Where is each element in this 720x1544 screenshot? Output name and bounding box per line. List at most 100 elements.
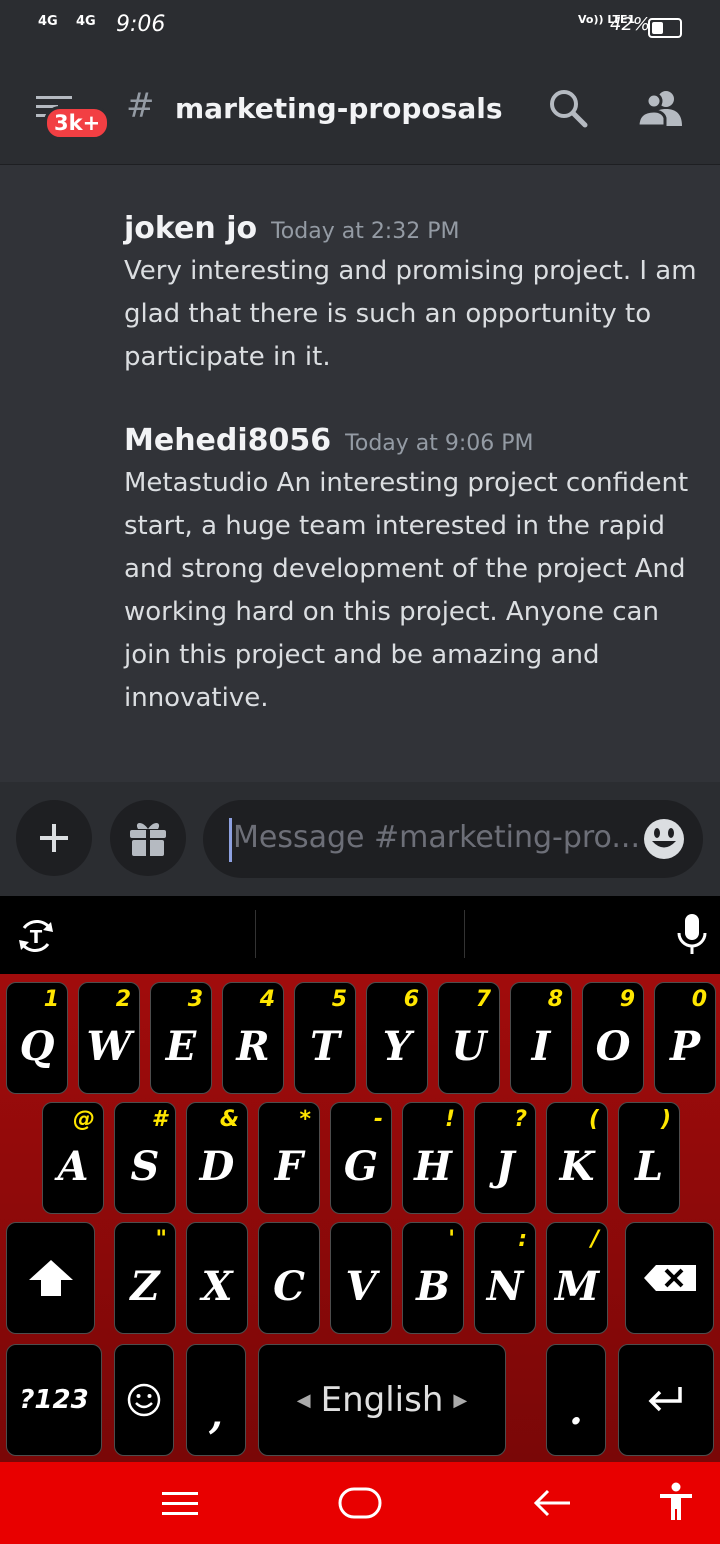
message-author[interactable]: Mehedi8056 — [124, 423, 331, 458]
key-t[interactable]: T5 — [294, 982, 356, 1094]
key-label: Y — [382, 1022, 412, 1070]
key-u[interactable]: U7 — [438, 982, 500, 1094]
key-label: S — [130, 1142, 160, 1190]
add-attachment-button[interactable] — [16, 800, 92, 876]
space-key[interactable]: ◀ English ▶ — [258, 1344, 506, 1456]
symbols-key[interactable]: ?123 — [6, 1344, 102, 1456]
key-label: B — [416, 1262, 450, 1310]
accessibility-icon[interactable] — [658, 1482, 694, 1522]
key-label: N — [486, 1262, 524, 1310]
battery-icon — [648, 18, 682, 38]
key-hint: ! — [444, 1107, 455, 1132]
key-v[interactable]: V — [330, 1222, 392, 1334]
key-m[interactable]: M / — [546, 1222, 608, 1334]
key-label: E — [165, 1022, 197, 1070]
battery-percent: 42% — [610, 14, 651, 35]
key-q[interactable]: Q1 — [6, 982, 68, 1094]
key-hint: 2 — [115, 987, 131, 1012]
key-g[interactable]: G- — [330, 1102, 392, 1214]
key-k[interactable]: K( — [546, 1102, 608, 1214]
key-hint: 0 — [691, 987, 707, 1012]
enter-icon — [648, 1387, 682, 1412]
shift-arrow-icon — [28, 1260, 73, 1296]
key-label: G — [343, 1142, 379, 1190]
key-hint: 8 — [547, 987, 563, 1012]
key-label: F — [274, 1142, 304, 1190]
message-timestamp: Today at 2:32 PM — [271, 219, 460, 244]
back-icon[interactable] — [532, 1486, 572, 1520]
unread-badge: 3k+ — [44, 106, 111, 140]
signal-indicator-2: 4G — [76, 14, 96, 29]
key-i[interactable]: I8 — [510, 982, 572, 1094]
key-hint: 3 — [187, 987, 203, 1012]
key-label: W — [86, 1022, 132, 1070]
menu-icon[interactable] — [160, 1488, 200, 1518]
clock: 9:06 — [116, 12, 166, 37]
emoji-icon[interactable] — [643, 818, 685, 860]
key-label: J — [495, 1142, 515, 1190]
message-composer: Message #marketing-pro... — [0, 782, 720, 896]
key-c[interactable]: C — [258, 1222, 320, 1334]
message-text: Very interesting and promising project. … — [124, 256, 697, 372]
message-item[interactable]: Mehedi8056 Today at 9:06 PM Metastudio An… — [124, 423, 700, 720]
key-hint: * — [299, 1107, 311, 1132]
keyboard: Q1W2E3R4T5Y6U7I8O9P0 A @ S # D & F * G - H! J? K(L) … — [0, 974, 720, 1462]
key-y[interactable]: Y6 — [366, 982, 428, 1094]
key-s[interactable]: S # — [114, 1102, 176, 1214]
channel-name[interactable]: marketing-proposals — [175, 92, 503, 125]
plus-icon — [40, 824, 68, 852]
emoji-key[interactable] — [114, 1344, 174, 1456]
key-hint: ? — [514, 1107, 527, 1132]
language-left-icon: ◀ — [296, 1389, 311, 1411]
key-d[interactable]: D & — [186, 1102, 248, 1214]
key-hint: ) — [660, 1107, 671, 1132]
key-hint: : — [518, 1227, 527, 1252]
toolbar-divider — [255, 910, 256, 958]
key-e[interactable]: E3 — [150, 982, 212, 1094]
key-x[interactable]: X — [186, 1222, 248, 1334]
home-icon[interactable] — [338, 1486, 382, 1520]
message-input[interactable]: Message #marketing-pro... — [203, 800, 703, 878]
key-label: T — [310, 1022, 340, 1070]
translate-icon[interactable]: T — [16, 916, 56, 956]
key-a[interactable]: A @ — [42, 1102, 104, 1214]
key-l[interactable]: L) — [618, 1102, 680, 1214]
enter-key[interactable] — [618, 1344, 714, 1456]
key-j[interactable]: J? — [474, 1102, 536, 1214]
members-icon[interactable] — [638, 90, 684, 126]
signal-indicator-1: 4G — [38, 14, 58, 29]
key-hint: # — [151, 1107, 167, 1132]
key-label: L — [634, 1142, 664, 1190]
backspace-icon — [643, 1265, 696, 1291]
key-z[interactable]: Z " — [114, 1222, 176, 1334]
message-list[interactable]: joken jo Today at 2:32 PM Very interestin… — [0, 165, 720, 782]
search-icon[interactable] — [548, 88, 588, 128]
message-item[interactable]: joken jo Today at 2:32 PM Very interestin… — [124, 211, 700, 379]
key-label: A — [57, 1142, 89, 1190]
key-p[interactable]: P0 — [654, 982, 716, 1094]
key-label: C — [273, 1262, 305, 1310]
gift-button[interactable] — [110, 800, 186, 876]
key-o[interactable]: O9 — [582, 982, 644, 1094]
key-n[interactable]: N: — [474, 1222, 536, 1334]
key-hint: 6 — [403, 987, 419, 1012]
key-b[interactable]: B ' — [402, 1222, 464, 1334]
comma-key[interactable]: , — [186, 1344, 246, 1456]
comma-key-label: , — [209, 1390, 223, 1438]
key-hint: ( — [588, 1107, 599, 1132]
key-label: K — [559, 1142, 595, 1190]
message-author[interactable]: joken jo — [124, 211, 257, 246]
key-r[interactable]: R4 — [222, 982, 284, 1094]
key-hint: 5 — [331, 987, 347, 1012]
period-key[interactable]: . — [546, 1344, 606, 1456]
backspace-key[interactable] — [625, 1222, 714, 1334]
period-key-label: . — [569, 1386, 583, 1434]
key-w[interactable]: W2 — [78, 982, 140, 1094]
key-f[interactable]: F * — [258, 1102, 320, 1214]
svg-text:T: T — [30, 927, 43, 948]
microphone-icon[interactable] — [676, 914, 708, 956]
message-text: Metastudio An interesting project confid… — [124, 468, 689, 713]
shift-key[interactable] — [6, 1222, 95, 1334]
key-h[interactable]: H! — [402, 1102, 464, 1214]
gift-icon — [130, 822, 166, 856]
